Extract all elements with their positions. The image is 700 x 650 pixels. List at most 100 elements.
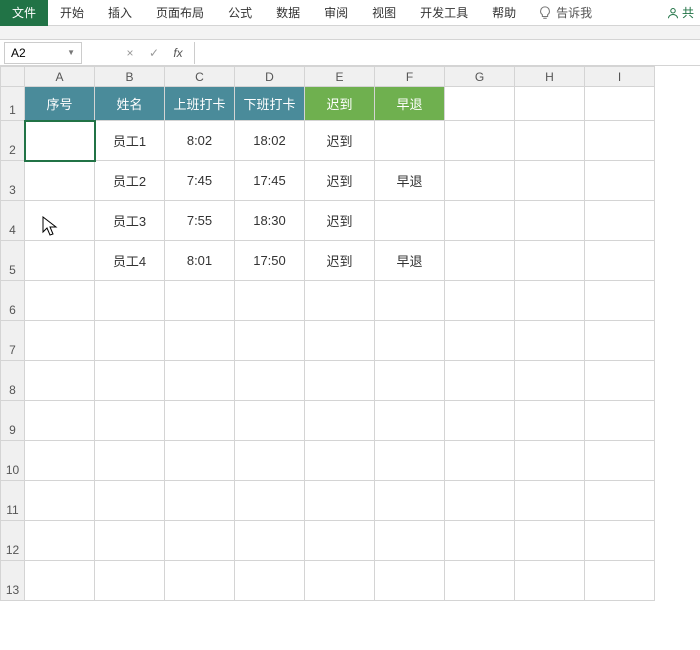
- cell[interactable]: [445, 241, 515, 281]
- table-data-cell[interactable]: 员工2: [95, 161, 165, 201]
- table-data-cell[interactable]: 早退: [375, 161, 445, 201]
- table-data-cell[interactable]: 员工1: [95, 121, 165, 161]
- cell[interactable]: [585, 201, 655, 241]
- row-header[interactable]: 2: [1, 121, 25, 161]
- cell[interactable]: [515, 321, 585, 361]
- cell[interactable]: [95, 401, 165, 441]
- row-header[interactable]: 13: [1, 561, 25, 601]
- cell[interactable]: [25, 561, 95, 601]
- select-all-corner[interactable]: [1, 67, 25, 87]
- table-data-cell[interactable]: 迟到: [305, 241, 375, 281]
- ribbon-tab[interactable]: 审阅: [312, 0, 360, 26]
- cell[interactable]: [375, 401, 445, 441]
- cell[interactable]: [305, 321, 375, 361]
- cell[interactable]: [95, 441, 165, 481]
- cell[interactable]: [235, 361, 305, 401]
- table-data-cell[interactable]: 17:45: [235, 161, 305, 201]
- cell[interactable]: [515, 441, 585, 481]
- cell[interactable]: [585, 521, 655, 561]
- ribbon-tab[interactable]: 页面布局: [144, 0, 216, 26]
- formula-confirm-button[interactable]: ✓: [142, 46, 166, 60]
- column-header[interactable]: G: [445, 67, 515, 87]
- cell[interactable]: [95, 281, 165, 321]
- table-data-cell[interactable]: 员工4: [95, 241, 165, 281]
- cell[interactable]: [305, 481, 375, 521]
- cell[interactable]: [445, 361, 515, 401]
- row-header[interactable]: 10: [1, 441, 25, 481]
- cell[interactable]: [235, 561, 305, 601]
- table-data-cell[interactable]: 7:55: [165, 201, 235, 241]
- table-data-cell[interactable]: 17:50: [235, 241, 305, 281]
- ribbon-tab[interactable]: 公式: [216, 0, 264, 26]
- row-header[interactable]: 11: [1, 481, 25, 521]
- share-button[interactable]: 共: [661, 4, 700, 21]
- cell[interactable]: [445, 87, 515, 121]
- ribbon-tab[interactable]: 插入: [96, 0, 144, 26]
- table-data-cell[interactable]: 18:02: [235, 121, 305, 161]
- cell[interactable]: [165, 321, 235, 361]
- table-data-cell[interactable]: 早退: [375, 241, 445, 281]
- ribbon-tab[interactable]: 帮助: [480, 0, 528, 26]
- cell[interactable]: [165, 361, 235, 401]
- formula-cancel-button[interactable]: ×: [118, 46, 142, 60]
- cell[interactable]: [515, 521, 585, 561]
- cell[interactable]: [165, 401, 235, 441]
- ribbon-tab[interactable]: 视图: [360, 0, 408, 26]
- column-header[interactable]: A: [25, 67, 95, 87]
- cell[interactable]: [585, 481, 655, 521]
- cell[interactable]: [445, 321, 515, 361]
- cell[interactable]: [445, 201, 515, 241]
- cell[interactable]: [375, 361, 445, 401]
- cell[interactable]: [445, 481, 515, 521]
- cell[interactable]: [25, 281, 95, 321]
- cell[interactable]: [305, 441, 375, 481]
- ribbon-tab[interactable]: 开发工具: [408, 0, 480, 26]
- table-data-cell[interactable]: [25, 161, 95, 201]
- cell[interactable]: [375, 481, 445, 521]
- table-data-cell[interactable]: 迟到: [305, 201, 375, 241]
- cell[interactable]: [95, 561, 165, 601]
- column-header[interactable]: H: [515, 67, 585, 87]
- cell[interactable]: [375, 321, 445, 361]
- table-header-cell[interactable]: 下班打卡: [235, 87, 305, 121]
- table-data-cell[interactable]: 8:02: [165, 121, 235, 161]
- cell[interactable]: [25, 401, 95, 441]
- cell[interactable]: [235, 481, 305, 521]
- column-header[interactable]: C: [165, 67, 235, 87]
- table-header-cell[interactable]: 序号: [25, 87, 95, 121]
- cell[interactable]: [305, 281, 375, 321]
- cell[interactable]: [445, 121, 515, 161]
- cell[interactable]: [445, 161, 515, 201]
- cell[interactable]: [25, 441, 95, 481]
- ribbon-tab[interactable]: 开始: [48, 0, 96, 26]
- cell[interactable]: [375, 281, 445, 321]
- table-header-cell[interactable]: 迟到: [305, 87, 375, 121]
- cell[interactable]: [515, 121, 585, 161]
- table-data-cell[interactable]: [25, 241, 95, 281]
- table-data-cell[interactable]: [375, 121, 445, 161]
- table-data-cell[interactable]: 迟到: [305, 121, 375, 161]
- cell[interactable]: [165, 481, 235, 521]
- cell[interactable]: [95, 361, 165, 401]
- table-header-cell[interactable]: 早退: [375, 87, 445, 121]
- row-header[interactable]: 12: [1, 521, 25, 561]
- cell[interactable]: [305, 401, 375, 441]
- cell[interactable]: [585, 87, 655, 121]
- cell[interactable]: [445, 281, 515, 321]
- table-data-cell[interactable]: [25, 201, 95, 241]
- column-header[interactable]: D: [235, 67, 305, 87]
- cell[interactable]: [375, 521, 445, 561]
- table-header-cell[interactable]: 上班打卡: [165, 87, 235, 121]
- cell[interactable]: [235, 321, 305, 361]
- formula-input[interactable]: [194, 42, 700, 64]
- cell[interactable]: [445, 441, 515, 481]
- row-header[interactable]: 7: [1, 321, 25, 361]
- row-header[interactable]: 1: [1, 87, 25, 121]
- cell[interactable]: [515, 87, 585, 121]
- ribbon-tab[interactable]: 数据: [264, 0, 312, 26]
- table-data-cell[interactable]: 18:30: [235, 201, 305, 241]
- tell-me-button[interactable]: 告诉我: [528, 4, 602, 21]
- cell[interactable]: [515, 161, 585, 201]
- cell[interactable]: [235, 401, 305, 441]
- ribbon-tab[interactable]: 文件: [0, 0, 48, 26]
